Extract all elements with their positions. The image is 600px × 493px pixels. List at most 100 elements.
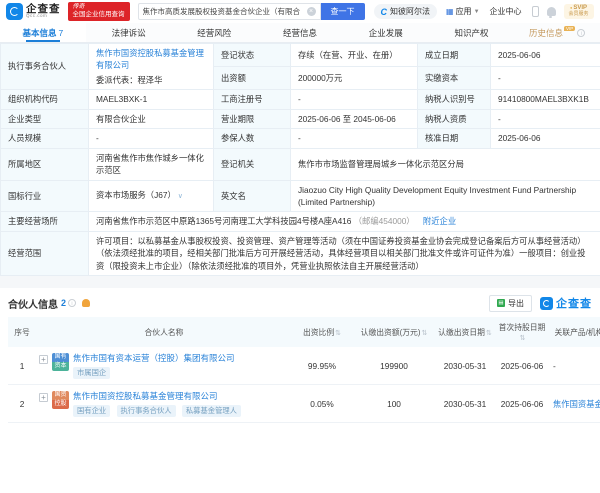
field-label: 国标行业	[1, 180, 89, 212]
apps-menu[interactable]: ▦ 应用 ▼	[446, 6, 480, 17]
enterprise-center-link[interactable]: 企业中心	[490, 6, 522, 17]
alert-bell-icon[interactable]	[82, 299, 90, 307]
partners-header: 合伙人信息 2 i ▤ 导出 企查查	[8, 293, 592, 313]
partners-title: 合伙人信息	[8, 296, 58, 311]
field-label: 执行事务合伙人	[1, 44, 89, 90]
state-owned-capital-badge: 国有 资本	[52, 353, 69, 371]
col-subscribe-date[interactable]: 认缴出资日期⇅	[436, 317, 494, 347]
field-label: 组织机构代码	[1, 90, 89, 109]
search-value: 焦作市高质发展股权投资基金合伙企业（有限合	[143, 6, 307, 17]
field-label: 登记机关	[214, 148, 291, 180]
tab-operation[interactable]: 经营信息	[257, 23, 343, 42]
exec-partner-cell: 焦作市国资控股私募基金管理有限公司 委派代表：程泽华	[89, 44, 214, 90]
clear-icon[interactable]: ×	[307, 7, 316, 16]
chevron-down-icon: ▼	[474, 9, 480, 15]
ratio-value: 99.95%	[292, 347, 352, 385]
related-fund-link[interactable]: 焦作国资基金	[553, 399, 600, 409]
table-header-row: 序号 合伙人名称 出资比例⇅ 认缴出资额(万元)⇅ 认缴出资日期⇅ 首次持股日期…	[8, 317, 600, 347]
credit-query-badge: 传奇 全国企业信用查询	[68, 2, 130, 20]
field-value: -	[291, 129, 418, 148]
vip-badge: VIP	[564, 26, 575, 31]
tab-legal[interactable]: 法律诉讼	[86, 23, 172, 42]
subscribe-date-value: 2030-05-31	[436, 347, 494, 385]
state-holding-badge: 国资 控股	[52, 391, 69, 409]
field-label: 所属地区	[1, 148, 89, 180]
table-row: 2 + 国资 控股 焦作市国资控股私募基金管理有限公司 国有企业 执行事务合伙人…	[8, 385, 600, 423]
field-value: 河南省焦作市焦作城乡一体化示范区	[89, 148, 214, 180]
industry-cell[interactable]: 资本市场服务（J67）∨	[89, 180, 214, 212]
partners-section: 合伙人信息 2 i ▤ 导出 企查查 序号 合伙人名称 出资比例⇅ 认缴出资额(…	[0, 288, 600, 423]
expand-plus-icon[interactable]: +	[39, 393, 48, 402]
notification-bell-icon[interactable]	[547, 7, 556, 16]
field-value: -	[491, 67, 600, 90]
field-value: MAEL3BXK-1	[89, 90, 214, 109]
section-tabs: 基本信息 7 法律诉讼 经营风险 经营信息 企业发展 知识产权 历史信息 VIP…	[0, 23, 600, 43]
tab-risk[interactable]: 经营风险	[171, 23, 257, 42]
col-first-date[interactable]: 首次持股日期⇅	[494, 317, 550, 347]
field-value: 2025-06-06 至 2045-06-06	[291, 109, 418, 128]
grid-icon: ▦	[446, 7, 454, 16]
delegate-rep: 委派代表：程泽华	[96, 74, 206, 86]
expand-plus-icon[interactable]: +	[39, 355, 48, 364]
chevron-down-icon: ∨	[178, 193, 183, 200]
field-label: 人员规模	[1, 129, 89, 148]
nearby-companies-link[interactable]: 附近企业	[423, 216, 456, 226]
top-bar: 企查查 Qcc.com 传奇 全国企业信用查询 焦作市高质发展股权投资基金合伙企…	[0, 0, 600, 23]
tab-count: 7	[59, 28, 64, 38]
qcc-logo[interactable]: 企查查 Qcc.com 传奇 全国企业信用查询	[6, 2, 130, 20]
field-value: -	[89, 129, 214, 148]
company-tag: 国有企业	[73, 405, 110, 417]
field-value: -	[491, 109, 600, 128]
subscribe-date-value: 2030-05-31	[436, 385, 494, 423]
tab-development[interactable]: 企业发展	[343, 23, 429, 42]
partner-company-link[interactable]: 焦作市国有资本运营（控股）集团有限公司	[73, 353, 235, 363]
search-button[interactable]: 查一下	[321, 3, 365, 20]
zhibi-alpha-link[interactable]: C 知彼阿尔法	[374, 4, 438, 19]
amount-value: 199900	[352, 347, 436, 385]
sort-icon[interactable]: ⇅	[421, 330, 427, 337]
field-value: 2025-06-06	[491, 129, 600, 148]
tab-basic-info[interactable]: 基本信息 7	[0, 23, 86, 42]
sort-icon[interactable]: ⇅	[486, 330, 492, 337]
svip-member-button[interactable]: SVIP 会员服务	[564, 4, 594, 18]
first-date-value: 2025-06-06	[494, 385, 550, 423]
partner-company-link[interactable]: 焦作市国资控股私募基金管理有限公司	[73, 391, 218, 401]
field-value: 焦作市市场监督管理局城乡一体化示范区分局	[291, 148, 600, 180]
info-icon: i	[68, 299, 76, 307]
field-value: 91410800MAEL3BXK1B	[491, 90, 600, 109]
mobile-app-icon[interactable]	[532, 6, 539, 17]
sort-icon[interactable]: ⇅	[520, 335, 526, 342]
exec-partner-company-link[interactable]: 焦作市国资控股私募基金管理有限公司	[96, 48, 204, 70]
field-label: 实缴资本	[418, 67, 491, 90]
col-ratio[interactable]: 出资比例⇅	[292, 317, 352, 347]
address-text: 河南省焦作市示范区中原路1365号河南理工大学科技园4号楼A座A416	[96, 216, 351, 226]
col-amount[interactable]: 认缴出资额(万元)⇅	[352, 317, 436, 347]
col-no: 序号	[8, 317, 36, 347]
field-label: 参保人数	[214, 129, 291, 148]
field-value: -	[291, 90, 418, 109]
table-row: 1 + 国有 资本 焦作市国有资本运营（控股）集团有限公司 市属国企	[8, 347, 600, 385]
field-value: Jiaozuo City High Quality Development Eq…	[291, 180, 600, 212]
col-related: 关联产品/机构	[550, 317, 600, 347]
field-label: 成立日期	[418, 44, 491, 67]
related-product: -	[550, 347, 600, 385]
field-label: 英文名	[214, 180, 291, 212]
basic-info-table: 执行事务合伙人 焦作市国资控股私募基金管理有限公司 委派代表：程泽华 登记状态 …	[0, 43, 600, 276]
qcc-watermark-icon	[540, 297, 553, 310]
business-scope: 许可项目：以私募基金从事股权投资、投资管理、资产管理等活动（须在中国证券投资基金…	[89, 231, 600, 275]
alpha-icon: C	[381, 7, 388, 17]
field-label: 登记状态	[214, 44, 291, 67]
sort-icon[interactable]: ⇅	[335, 330, 341, 337]
field-label: 纳税人识别号	[418, 90, 491, 109]
excel-icon: ▤	[497, 299, 505, 307]
tab-ip[interactable]: 知识产权	[429, 23, 515, 42]
field-label: 出资额	[214, 67, 291, 90]
partners-count: 2	[61, 298, 66, 308]
field-label: 经营范围	[1, 231, 89, 275]
search-input[interactable]: 焦作市高质发展股权投资基金合伙企业（有限合 ×	[138, 3, 321, 20]
col-name: 合伙人名称	[36, 317, 292, 347]
field-value: 存续（在营、开业、在册）	[291, 44, 418, 67]
field-label: 主要经营场所	[1, 212, 89, 231]
export-button[interactable]: ▤ 导出	[489, 295, 532, 312]
tab-history[interactable]: 历史信息 VIP i	[514, 23, 600, 42]
